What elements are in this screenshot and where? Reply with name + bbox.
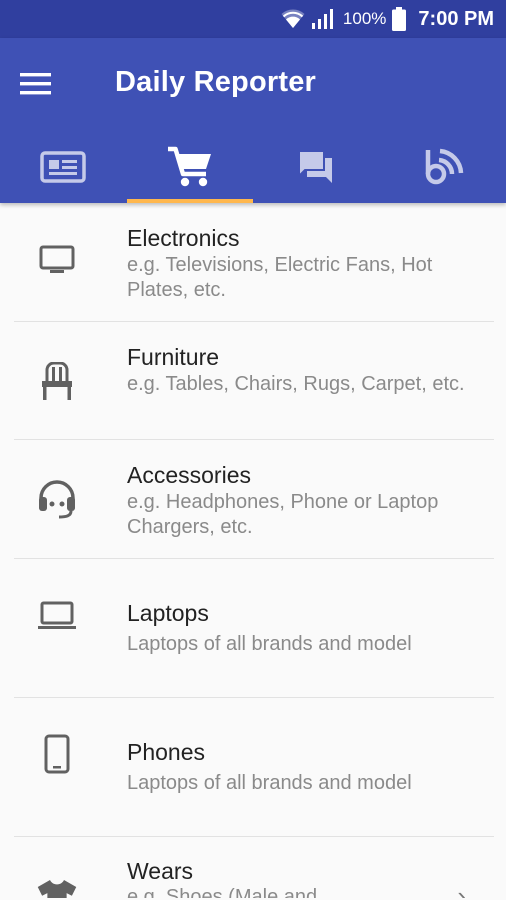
chevron-right-icon: › (457, 881, 466, 898)
laptop-icon (36, 595, 78, 637)
blog-icon (425, 148, 463, 184)
item-title: Laptops (127, 600, 209, 626)
item-subtitle: e.g. Shoes (Male and (127, 886, 318, 898)
item-subtitle: Laptops of all brands and model (127, 633, 412, 655)
app-bar: Daily Reporter (0, 38, 506, 203)
list-item-wears[interactable]: Wears e.g. Shoes (Male and › (0, 837, 506, 898)
list-item-accessories[interactable]: Accessories e.g. Headphones, Phone or La… (0, 440, 506, 559)
chair-icon (36, 360, 78, 402)
list-item-furniture[interactable]: Furniture e.g. Tables, Chairs, Rugs, Car… (0, 322, 506, 440)
tshirt-icon (36, 873, 78, 898)
tv-icon (36, 239, 78, 281)
tab-forum[interactable] (253, 130, 380, 203)
category-list: Electronics e.g. Televisions, Electric F… (0, 203, 506, 898)
item-subtitle: Laptops of all brands and model (127, 772, 412, 794)
item-subtitle: e.g. Televisions, Electric Fans, Hot Pla… (127, 254, 433, 301)
wifi-icon (281, 9, 305, 29)
tab-news[interactable] (0, 130, 127, 203)
item-subtitle: e.g. Headphones, Phone or Laptop Charger… (127, 491, 439, 538)
list-item-electronics[interactable]: Electronics e.g. Televisions, Electric F… (0, 203, 506, 322)
newspaper-icon (40, 150, 86, 183)
battery-icon (392, 7, 407, 31)
app-title: Daily Reporter (115, 66, 317, 98)
status-bar: 100% 7:00 PM (0, 0, 506, 38)
menu-button[interactable] (20, 62, 68, 106)
item-title: Phones (127, 739, 206, 765)
headset-icon (36, 478, 78, 520)
phone-icon (36, 733, 78, 775)
signal-icon (311, 9, 337, 29)
battery-percent: 100% (342, 9, 387, 28)
list-item-laptops[interactable]: Laptops Laptops of all brands and model (0, 559, 506, 698)
shopping-cart-icon (167, 146, 211, 186)
chat-icon (298, 149, 333, 183)
item-title: Furniture (127, 344, 220, 370)
item-title: Accessories (127, 462, 251, 488)
item-title: Wears (127, 858, 194, 884)
item-title: Electronics (127, 225, 240, 251)
hamburger-menu-icon (20, 73, 51, 95)
tab-bar (0, 130, 506, 203)
item-subtitle: e.g. Tables, Chairs, Rugs, Carpet, etc. (127, 373, 465, 395)
tab-blog[interactable] (380, 130, 506, 203)
list-item-phones[interactable]: Phones Laptops of all brands and model (0, 698, 506, 837)
clock: 7:00 PM (418, 7, 494, 30)
tab-shop[interactable] (126, 130, 254, 203)
